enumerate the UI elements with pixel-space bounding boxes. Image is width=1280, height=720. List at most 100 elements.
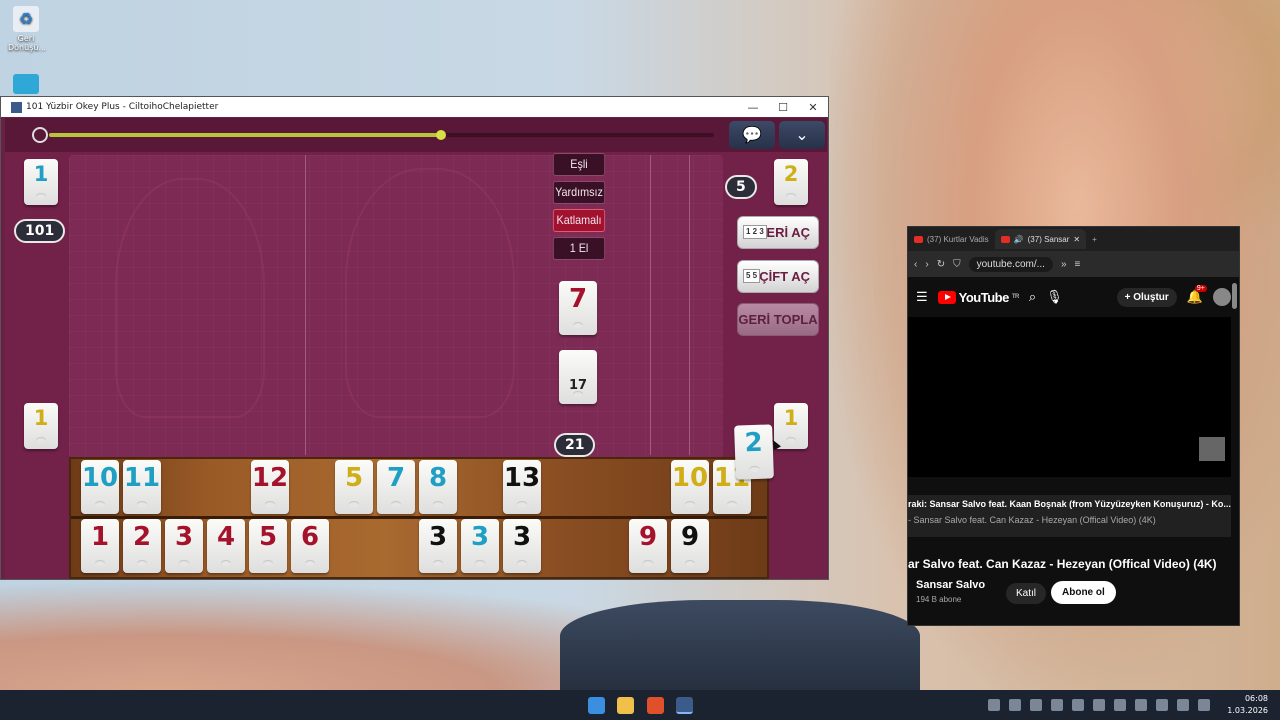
rack-tile[interactable]: 1 [81,519,119,573]
tab-label: (37) Sansar [1027,234,1070,244]
rack-tile[interactable]: 11 [123,460,161,514]
rack-tile[interactable]: 3 [165,519,203,573]
queue-item[interactable]: raki: Sansar Salvo feat. Kaan Boşnak (fr… [908,499,1231,509]
avatar[interactable] [1213,288,1231,306]
start-icon[interactable] [588,697,605,714]
youtube-logo[interactable]: YouTube TR [937,290,1019,305]
indicator-tile: 7 [559,281,597,335]
rack-tile[interactable]: 5 [335,460,373,514]
clock-time: 06:08 [1244,694,1268,703]
join-button[interactable]: Katıl [1006,583,1047,604]
rack-tile[interactable]: 3 [461,519,499,573]
bookmark-icon[interactable]: ⛉ [953,259,961,270]
desktop-icon-app[interactable] [8,74,44,96]
seri-ac-icon: 1 2 3 [743,225,767,239]
brave-browser-icon[interactable] [647,697,664,714]
rack-tile[interactable]: 13 [503,460,541,514]
rack-tile[interactable]: 6 [291,519,329,573]
close-tab-icon[interactable]: ✕ [1073,235,1080,244]
okey-app-icon[interactable] [676,697,693,714]
rack-tile[interactable]: 7 [377,460,415,514]
search-icon[interactable]: ⌕ [1029,289,1036,305]
wifi-icon[interactable] [1156,699,1168,711]
speaker-icon: 🔊 [1013,234,1024,244]
tray-icon[interactable] [1030,699,1042,711]
menu-collapse-button[interactable]: ⌄ [779,121,825,149]
dragging-tile[interactable]: 2 [734,424,774,480]
video-player[interactable] [908,317,1231,477]
tray-icon[interactable] [988,699,1000,711]
rack-tile[interactable]: 3 [503,519,541,573]
felt-divider [305,155,306,455]
geri-topla-button[interactable]: GERİ TOPLA [737,303,819,336]
mode-esli: Eşli [552,153,606,176]
rack-tile[interactable]: 2 [123,519,161,573]
app-window-icon [13,74,39,94]
scrollbar[interactable] [1232,283,1237,309]
address-bar[interactable]: youtube.com/... [968,256,1053,272]
reload-icon[interactable]: ↻ [937,259,945,270]
create-label: Oluştur [1133,291,1169,303]
close-button[interactable]: ✕ [798,101,828,114]
rack-tile[interactable]: 9 [671,519,709,573]
miniplayer-thumbnail[interactable] [1199,437,1225,461]
browser-tab[interactable]: (37) Kurtlar Vadis [908,229,995,249]
channel-name[interactable]: Sansar Salvo [916,579,985,591]
notifications-icon[interactable]: 🔔 9+ [1187,285,1207,305]
file-explorer-icon[interactable] [617,697,634,714]
extensions-icon[interactable]: » [1061,259,1067,270]
opponent-count-badge: 5 [725,175,757,199]
rack-tile[interactable]: 8 [419,460,457,514]
turn-timer-knob [436,130,447,140]
rack-tile[interactable]: 9 [629,519,667,573]
back-icon[interactable]: ‹ [914,259,917,270]
clock[interactable]: 06:08 1.03.2026 [1227,693,1268,717]
side-tile-top-right[interactable]: 2 [774,159,808,205]
forward-icon[interactable]: › [925,259,928,270]
window-title: 101 Yüzbir Okey Plus - CiltoihoChelapiet… [26,102,219,112]
new-tab-button[interactable]: + [1086,235,1103,244]
queue-item[interactable]: - Sansar Salvo feat. Can Kazaz - Hezeyan… [908,515,1231,525]
microphone-icon[interactable]: 🎙 [1046,289,1063,305]
mode-1-el: 1 El [552,237,606,260]
side-tile-bottom-left[interactable]: 1 [24,403,58,449]
battery-icon[interactable] [1198,699,1210,711]
browser-window: (37) Kurtlar Vadis 🔊 (37) Sansar ✕ + ‹ ›… [907,226,1240,626]
tray-icon[interactable] [1072,699,1084,711]
youtube-play-icon [937,290,956,304]
rack-tile[interactable]: 10 [671,460,709,514]
tray-icon[interactable] [1114,699,1126,711]
browser-tab-strip: (37) Kurtlar Vadis 🔊 (37) Sansar ✕ + [908,227,1239,251]
rack-tile[interactable]: 3 [419,519,457,573]
rack-tile[interactable]: 4 [207,519,245,573]
cift-ac-icon: 5 5 [743,269,761,283]
browser-tab-active[interactable]: 🔊 (37) Sansar ✕ [994,229,1087,249]
menu-icon[interactable]: ≡ [1075,259,1081,270]
tray-icon[interactable] [1009,699,1021,711]
rack-tile[interactable]: 5 [249,519,287,573]
subscriber-count: 194 B abone [916,595,962,604]
tray-icon[interactable] [1093,699,1105,711]
maximize-button[interactable]: ☐ [768,101,798,114]
cift-ac-button[interactable]: 5 5 ÇİFT AÇ [737,260,819,293]
tray-icon[interactable] [1051,699,1063,711]
side-tile-top-left[interactable]: 1 [24,159,58,205]
seri-ac-button[interactable]: 1 2 3 SERİ AÇ [737,216,819,249]
create-button[interactable]: + Oluştur [1116,287,1177,307]
hamburger-icon[interactable]: ☰ [916,289,928,305]
draw-pile[interactable]: 17 [559,350,597,404]
rack-tile[interactable]: 12 [251,460,289,514]
turn-timer [49,130,714,140]
recycle-bin-icon: ♻ [13,6,39,32]
system-tray [988,699,1210,711]
tray-icon[interactable] [1135,699,1147,711]
mode-yardimsiz: Yardımsız [552,181,606,204]
desktop-icon-recycle-bin[interactable]: ♻ Geri Dönüşü... [8,6,46,52]
rack-tile[interactable]: 10 [81,460,119,514]
minimize-button[interactable]: — [738,101,768,114]
ghost-figure-left [115,178,265,418]
subscribe-button[interactable]: Abone ol [1051,581,1116,604]
volume-icon[interactable] [1177,699,1189,711]
chevron-down-icon: ⌄ [795,125,809,144]
chat-button[interactable]: 💬 [729,121,775,149]
